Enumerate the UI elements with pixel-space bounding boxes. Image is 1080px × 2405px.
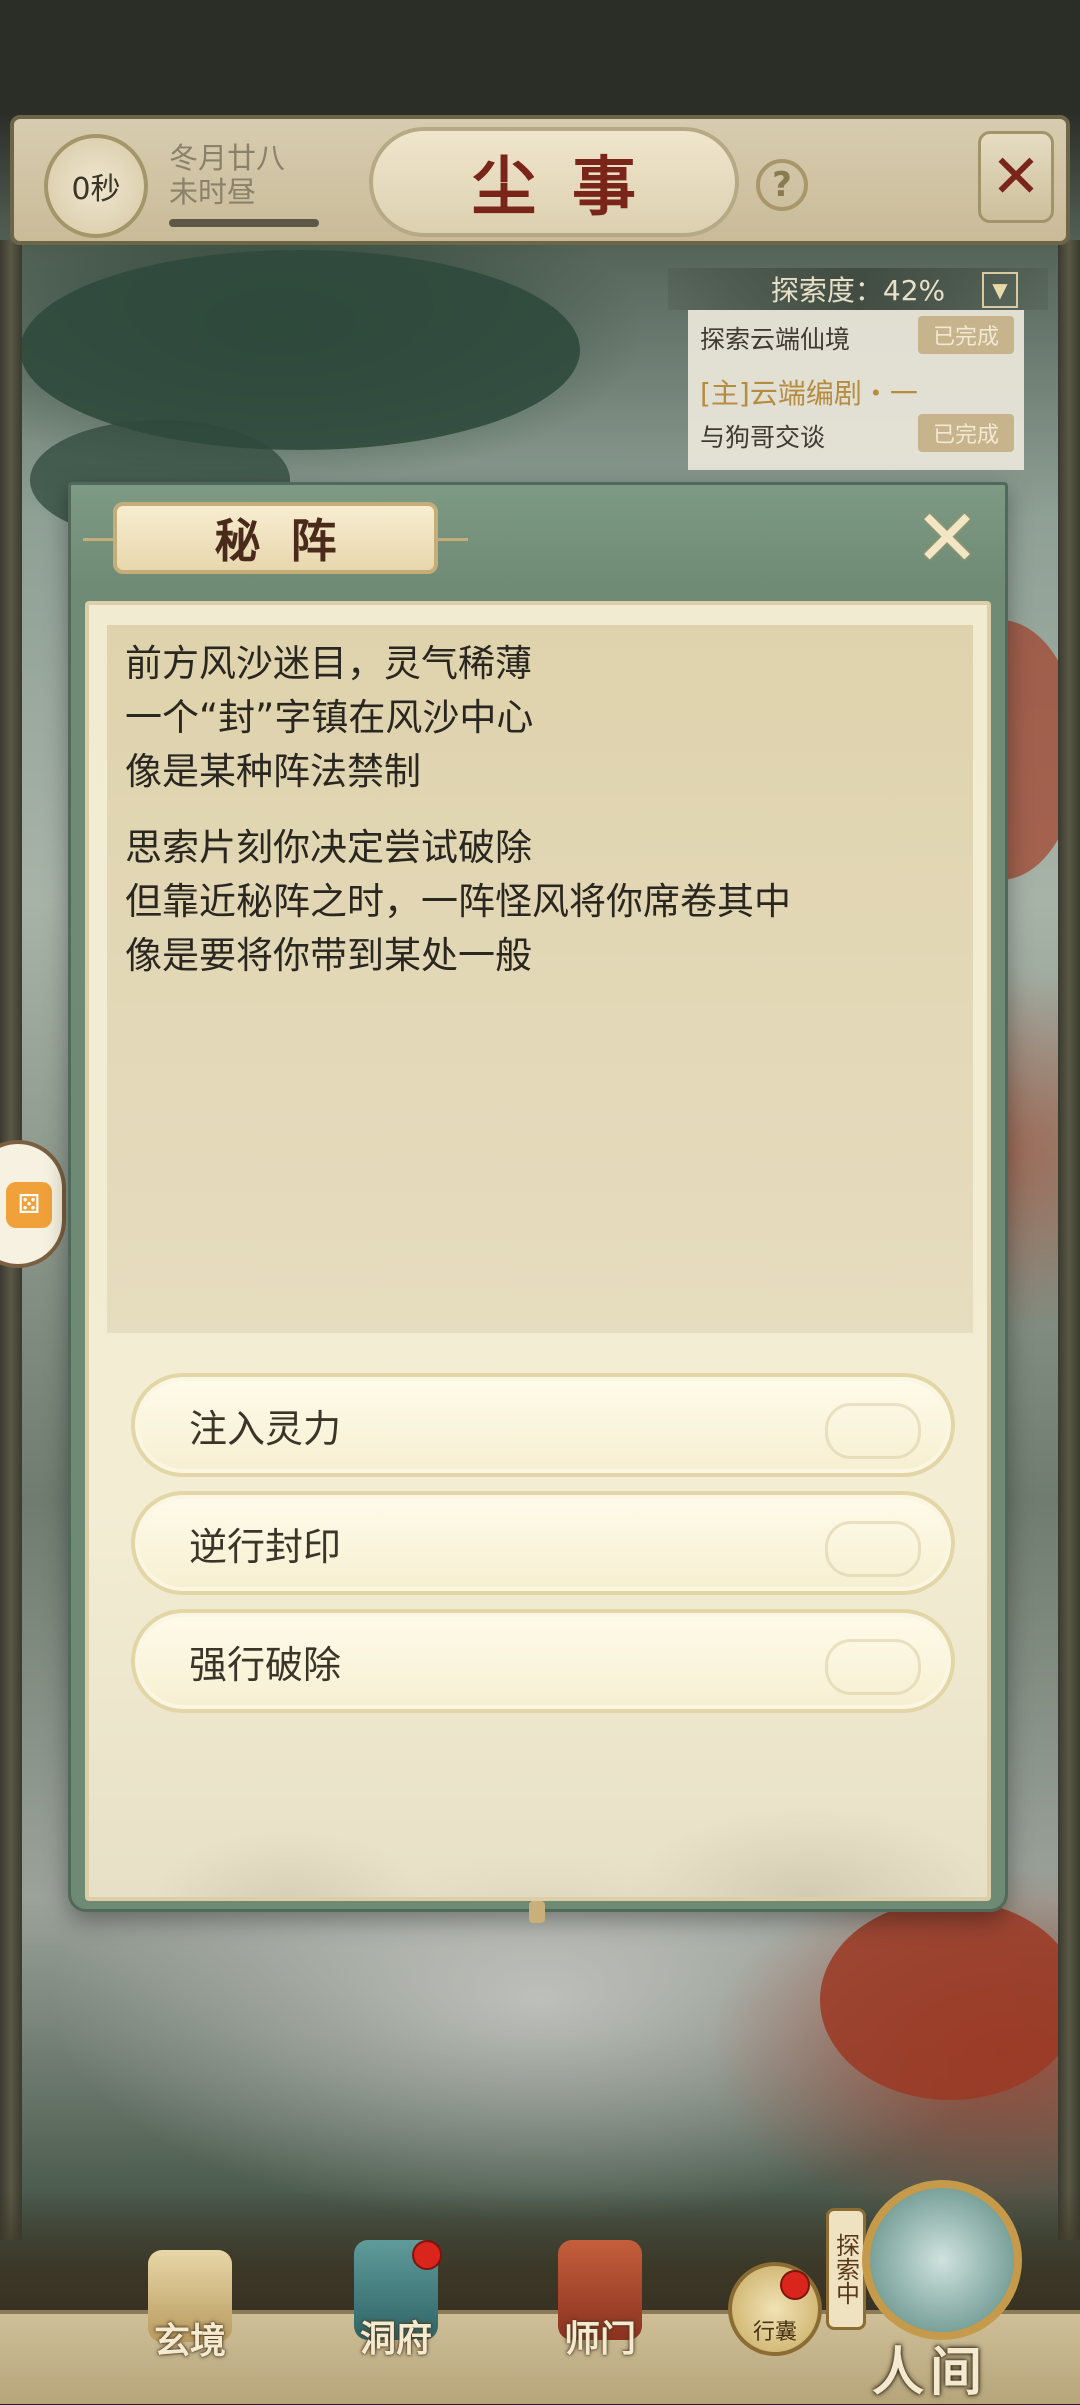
bag-button[interactable]: 行囊 bbox=[728, 2262, 822, 2356]
choice-inject-spirit-power[interactable]: 注入灵力 bbox=[131, 1373, 955, 1477]
tree-canopy bbox=[20, 250, 580, 450]
red-maple-tree bbox=[820, 1900, 1080, 2100]
quest-list[interactable]: 探索云端仙境 已完成 [主]云端编剧・一 与狗哥交谈 已完成 bbox=[688, 310, 1024, 470]
page-title: 尘事 bbox=[369, 127, 739, 237]
help-icon[interactable]: ? bbox=[756, 159, 808, 211]
event-dialog: 秘阵 ✕ 前方风沙迷目，灵气稀薄 一个“封”字镇在风沙中心 像是某种阵法禁制 思… bbox=[68, 482, 1008, 1923]
nav-label: 师门 bbox=[563, 2318, 636, 2360]
bag-label: 行囊 bbox=[752, 2320, 797, 2345]
dice-icon: ⚄ bbox=[6, 1182, 52, 1228]
timer-badge: 0秒 bbox=[44, 134, 148, 238]
completed-stamp: 已完成 bbox=[918, 316, 1014, 354]
choice-reverse-seal[interactable]: 逆行封印 bbox=[131, 1491, 955, 1595]
story-line: 一个“封”字镇在风沙中心 bbox=[125, 696, 534, 739]
day-progress-bar bbox=[169, 219, 319, 227]
quest-item[interactable]: 探索云端仙境 bbox=[700, 320, 850, 356]
close-icon[interactable]: ✕ bbox=[978, 131, 1054, 223]
quest-item[interactable]: 与狗哥交谈 bbox=[700, 418, 825, 454]
world-label: 人间 bbox=[872, 2342, 989, 2403]
world-map-button[interactable] bbox=[862, 2180, 1022, 2340]
choice-label: 逆行封印 bbox=[189, 1524, 342, 1569]
nav-label: 洞府 bbox=[359, 2318, 432, 2360]
main-quest-item[interactable]: [主]云端编剧・一 bbox=[700, 372, 918, 412]
story-line: 但靠近秘阵之时，一阵怪风将你席卷其中 bbox=[125, 880, 791, 923]
ink-mountains-decoration bbox=[89, 1667, 987, 1897]
story-paragraph: 前方风沙迷目，灵气稀薄 一个“封”字镇在风沙中心 像是某种阵法禁制 bbox=[125, 637, 955, 799]
nav-item-shimen[interactable]: 师门 bbox=[540, 2240, 660, 2362]
story-line: 思索片刻你决定尝试破除 bbox=[125, 826, 532, 869]
story-paragraph: 思索片刻你决定尝试破除 但靠近秘阵之时，一阵怪风将你席卷其中 像是要将你带到某处… bbox=[125, 821, 955, 983]
completed-stamp: 已完成 bbox=[918, 414, 1014, 452]
nav-item-dongfu[interactable]: 洞府 bbox=[336, 2240, 456, 2362]
notification-badge bbox=[780, 2270, 810, 2300]
story-text-box: 前方风沙迷目，灵气稀薄 一个“封”字镇在风沙中心 像是某种阵法禁制 思索片刻你决… bbox=[107, 625, 973, 1333]
dialog-title: 秘阵 bbox=[83, 502, 468, 574]
notification-badge bbox=[412, 2240, 442, 2270]
story-line: 像是某种阵法禁制 bbox=[125, 750, 421, 793]
time-line: 未时昼 bbox=[169, 175, 257, 209]
dialog-paper: 前方风沙迷目，灵气稀薄 一个“封”字镇在风沙中心 像是某种阵法禁制 思索片刻你决… bbox=[85, 601, 991, 1901]
story-line: 像是要将你带到某处一般 bbox=[125, 934, 532, 977]
nav-label: 玄境 bbox=[153, 2320, 226, 2362]
cloud-ornament-icon bbox=[825, 1521, 921, 1577]
chevron-down-icon[interactable]: ▼ bbox=[982, 272, 1018, 308]
game-date: 冬月廿八 未时昼 bbox=[169, 141, 285, 209]
choice-label: 注入灵力 bbox=[189, 1406, 342, 1451]
date-line: 冬月廿八 bbox=[169, 141, 286, 175]
scroll-pin-ornament bbox=[529, 1901, 545, 1923]
exploring-status-tag: 探索中 bbox=[826, 2208, 866, 2330]
close-icon[interactable]: ✕ bbox=[907, 494, 987, 584]
side-activity-button[interactable]: ⚄ bbox=[0, 1140, 66, 1268]
nav-item-xuanjing[interactable]: 玄境 bbox=[130, 2250, 250, 2364]
top-bar: 0秒 冬月廿八 未时昼 尘事 ? ✕ bbox=[10, 115, 1070, 245]
story-line: 前方风沙迷目，灵气稀薄 bbox=[125, 642, 532, 685]
right-frame-border bbox=[1058, 240, 1080, 2240]
cloud-ornament-icon bbox=[825, 1403, 921, 1459]
